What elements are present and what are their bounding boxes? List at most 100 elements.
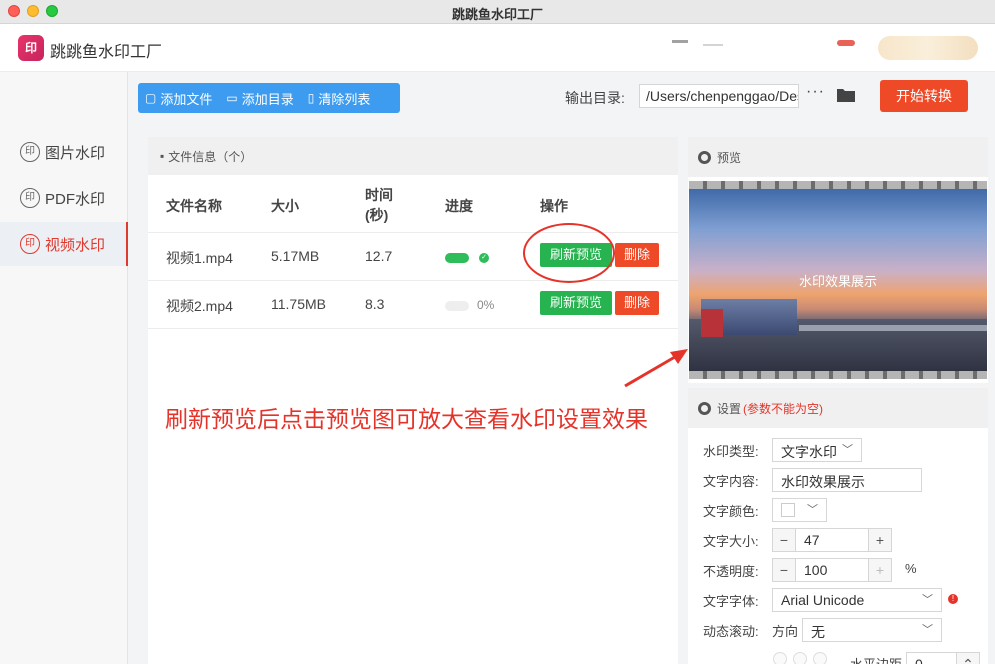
progress-bar-fill bbox=[445, 253, 469, 263]
opacity-stepper[interactable]: − 100 + bbox=[772, 558, 892, 582]
sidebar: 印 图片水印 印 PDF水印 印 视频水印 bbox=[0, 72, 128, 664]
horizontal-margin-label: 水平边距 bbox=[850, 654, 902, 664]
gear-icon bbox=[698, 401, 711, 415]
file-panel-title: 文件信息（个） bbox=[168, 149, 253, 164]
sidebar-item-label: PDF水印 bbox=[45, 190, 106, 208]
sidebar-item-video-watermark[interactable]: 印 视频水印 bbox=[0, 222, 128, 266]
progress-bar bbox=[445, 301, 469, 311]
sidebar-item-label: 视频水印 bbox=[45, 236, 106, 254]
delete-button[interactable]: 删除 bbox=[615, 291, 659, 315]
blurred-header-item bbox=[672, 40, 688, 43]
decrement-button[interactable]: − bbox=[773, 529, 795, 551]
column-header-size: 大小 bbox=[271, 198, 299, 214]
preview-header: 预览 bbox=[688, 137, 988, 177]
folder-icon: ▭ bbox=[226, 91, 238, 105]
file-size: 5.17MB bbox=[271, 248, 320, 264]
opacity-unit: % bbox=[905, 561, 917, 576]
app-header: 印 跳跳鱼水印工厂 bbox=[0, 24, 995, 72]
text-size-label: 文字大小: bbox=[703, 534, 759, 549]
output-directory-label: 输出目录: bbox=[565, 90, 625, 106]
app-logo-icon: 印 bbox=[18, 35, 44, 61]
refresh-preview-button[interactable]: 刷新预览 bbox=[540, 291, 612, 315]
table-row: 视频2.mp4 11.75MB 8.3 0% 刷新预览 删除 bbox=[148, 281, 678, 329]
film-strip bbox=[689, 371, 987, 379]
watermark-type-select[interactable]: 文字水印 ﹀ bbox=[772, 438, 862, 462]
window-title: 跳跳鱼水印工厂 bbox=[451, 7, 543, 22]
file-toolbar: ▢ 添加文件 ▭ 添加目录 ▯ 清除列表 bbox=[138, 83, 400, 113]
warning-icon: ! bbox=[948, 594, 958, 604]
stepper-arrows[interactable]: ⌃ bbox=[957, 653, 979, 664]
title-bar: 跳跳鱼水印工厂 bbox=[0, 0, 995, 24]
watermark-text: 水印效果展示 bbox=[798, 274, 877, 289]
column-header-actions: 操作 bbox=[540, 198, 568, 214]
file-name: 视频2.mp4 bbox=[166, 298, 233, 314]
blurred-badge bbox=[837, 40, 855, 46]
text-size-value[interactable]: 47 bbox=[795, 529, 869, 551]
file-duration: 12.7 bbox=[365, 248, 393, 264]
progress-percent: 0% bbox=[477, 298, 495, 312]
clear-list-button[interactable]: ▯ 清除列表 bbox=[301, 83, 378, 113]
stamp-icon: 印 bbox=[20, 188, 40, 208]
sidebar-item-label: 图片水印 bbox=[45, 144, 106, 162]
preview-title: 预览 bbox=[717, 150, 742, 165]
file-duration: 8.3 bbox=[365, 296, 385, 312]
file-panel-header: ▪ 文件信息（个） bbox=[148, 137, 678, 175]
arrow-icon bbox=[624, 349, 688, 388]
watermark-type-label: 水印类型: bbox=[703, 444, 759, 459]
direction-label: 方向 bbox=[772, 624, 799, 639]
column-header-time: 时间(秒) bbox=[365, 187, 393, 223]
delete-button[interactable]: 删除 bbox=[615, 243, 659, 267]
text-color-picker[interactable]: ﹀ bbox=[772, 498, 827, 522]
opacity-label: 不透明度: bbox=[703, 564, 759, 579]
film-strip bbox=[689, 181, 987, 189]
open-folder-icon[interactable] bbox=[836, 87, 856, 103]
font-label: 文字字体: bbox=[703, 594, 759, 609]
add-file-button[interactable]: ▢ 添加文件 bbox=[138, 83, 219, 113]
blurred-account-button[interactable] bbox=[878, 36, 978, 60]
trash-icon: ▯ bbox=[307, 91, 315, 105]
opacity-value[interactable]: 100 bbox=[795, 559, 869, 581]
sidebar-item-pdf-watermark[interactable]: 印 PDF水印 bbox=[0, 176, 128, 220]
direction-select[interactable]: 无 ﹀ bbox=[802, 618, 942, 642]
radio-option[interactable] bbox=[793, 652, 807, 664]
text-content-input[interactable]: 水印效果展示 bbox=[772, 468, 922, 492]
document-icon: ▪ bbox=[160, 149, 165, 163]
radio-option[interactable] bbox=[773, 652, 787, 664]
text-color-label: 文字颜色: bbox=[703, 504, 759, 519]
video-frame: 水印效果展示 bbox=[689, 189, 987, 371]
more-options-button[interactable]: ··· bbox=[806, 83, 825, 101]
sidebar-item-image-watermark[interactable]: 印 图片水印 bbox=[0, 130, 128, 174]
text-size-stepper[interactable]: − 47 + bbox=[772, 528, 892, 552]
highlight-circle bbox=[523, 223, 615, 283]
chevron-down-icon: ﹀ bbox=[842, 444, 853, 456]
stamp-icon: 印 bbox=[20, 234, 40, 254]
radio-option[interactable] bbox=[813, 652, 827, 664]
settings-panel: 设置 (参数不能为空) 水印类型: 文字水印 ﹀ 文字内容: 水印效果展示 文字… bbox=[688, 388, 988, 664]
file-icon: ▢ bbox=[145, 91, 157, 105]
output-directory-input[interactable]: /Users/chenpenggao/Desktop bbox=[639, 84, 799, 108]
preview-image[interactable]: 水印效果展示 bbox=[689, 181, 987, 379]
truck-cab bbox=[701, 309, 723, 337]
font-select[interactable]: Arial Unicode ﹀ bbox=[772, 588, 942, 612]
start-convert-button[interactable]: 开始转换 bbox=[880, 80, 968, 112]
horizontal-margin-value[interactable]: 0 bbox=[907, 653, 957, 664]
settings-title: 设置 bbox=[717, 401, 742, 416]
check-icon: ✓ bbox=[479, 253, 489, 263]
gear-icon bbox=[698, 150, 711, 164]
chevron-down-icon: ﹀ bbox=[922, 594, 933, 606]
table-header-row: 文件名称 大小 时间(秒) 进度 操作 bbox=[148, 175, 678, 233]
preview-panel: 预览 水印效果展示 bbox=[688, 137, 988, 383]
progress-bar bbox=[445, 253, 469, 263]
horizontal-margin-stepper[interactable]: 0 ⌃ bbox=[906, 652, 980, 664]
blurred-header-item bbox=[703, 44, 723, 46]
annotation-text: 刷新预览后点击预览图可放大查看水印设置效果 bbox=[165, 406, 648, 432]
file-size: 11.75MB bbox=[271, 296, 326, 312]
file-name: 视频1.mp4 bbox=[166, 250, 233, 266]
column-header-progress: 进度 bbox=[445, 198, 473, 214]
app-name: 跳跳鱼水印工厂 bbox=[50, 44, 163, 61]
increment-button[interactable]: + bbox=[869, 559, 891, 581]
increment-button[interactable]: + bbox=[869, 529, 891, 551]
add-directory-button[interactable]: ▭ 添加目录 bbox=[219, 83, 300, 113]
decrement-button[interactable]: − bbox=[773, 559, 795, 581]
chevron-down-icon: ﹀ bbox=[807, 504, 818, 516]
